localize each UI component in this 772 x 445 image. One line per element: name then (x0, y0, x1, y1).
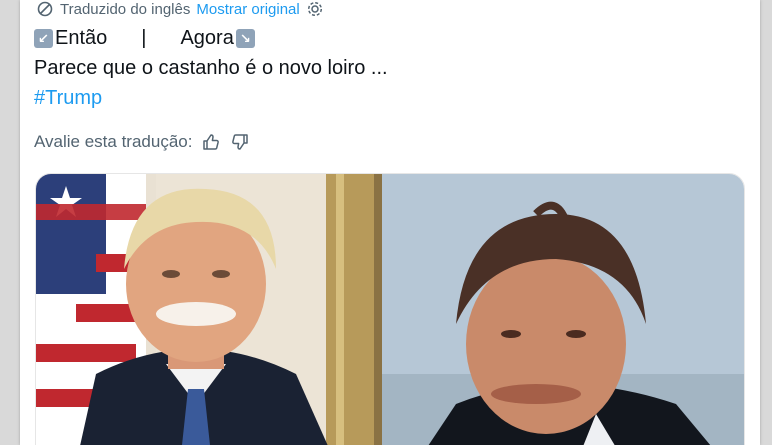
tweet-line-comparison: ↙ Então | Agora ↘ (34, 26, 257, 50)
gear-icon[interactable] (306, 0, 324, 18)
hashtag-link[interactable]: #Trump (34, 86, 102, 110)
tweet-card: Traduzido do inglês Mostrar original ↙ En… (20, 0, 760, 445)
tweet-media[interactable] (35, 173, 745, 445)
show-original-link[interactable]: Mostrar original (196, 1, 299, 18)
left-photo (36, 174, 382, 445)
translation-notice: Traduzido do inglês Mostrar original (36, 0, 324, 19)
translate-icon (36, 0, 54, 18)
arrow-down-left-icon: ↙ (34, 28, 53, 48)
thumbs-down-icon[interactable] (230, 132, 250, 152)
separator: | (141, 27, 147, 49)
after-label: Agora (180, 27, 234, 49)
tweet-body: Parece que o castanho é o novo loiro ... (34, 57, 388, 79)
translated-from-label: Traduzido do inglês (60, 0, 191, 18)
before-label: Então (55, 27, 108, 49)
right-photo (382, 174, 744, 445)
thumbs-up-icon[interactable] (201, 132, 221, 152)
arrow-down-right-icon: ↘ (235, 28, 255, 48)
rate-translation: Avalie esta tradução: (34, 131, 250, 153)
rate-translation-label: Avalie esta tradução: (34, 132, 193, 151)
